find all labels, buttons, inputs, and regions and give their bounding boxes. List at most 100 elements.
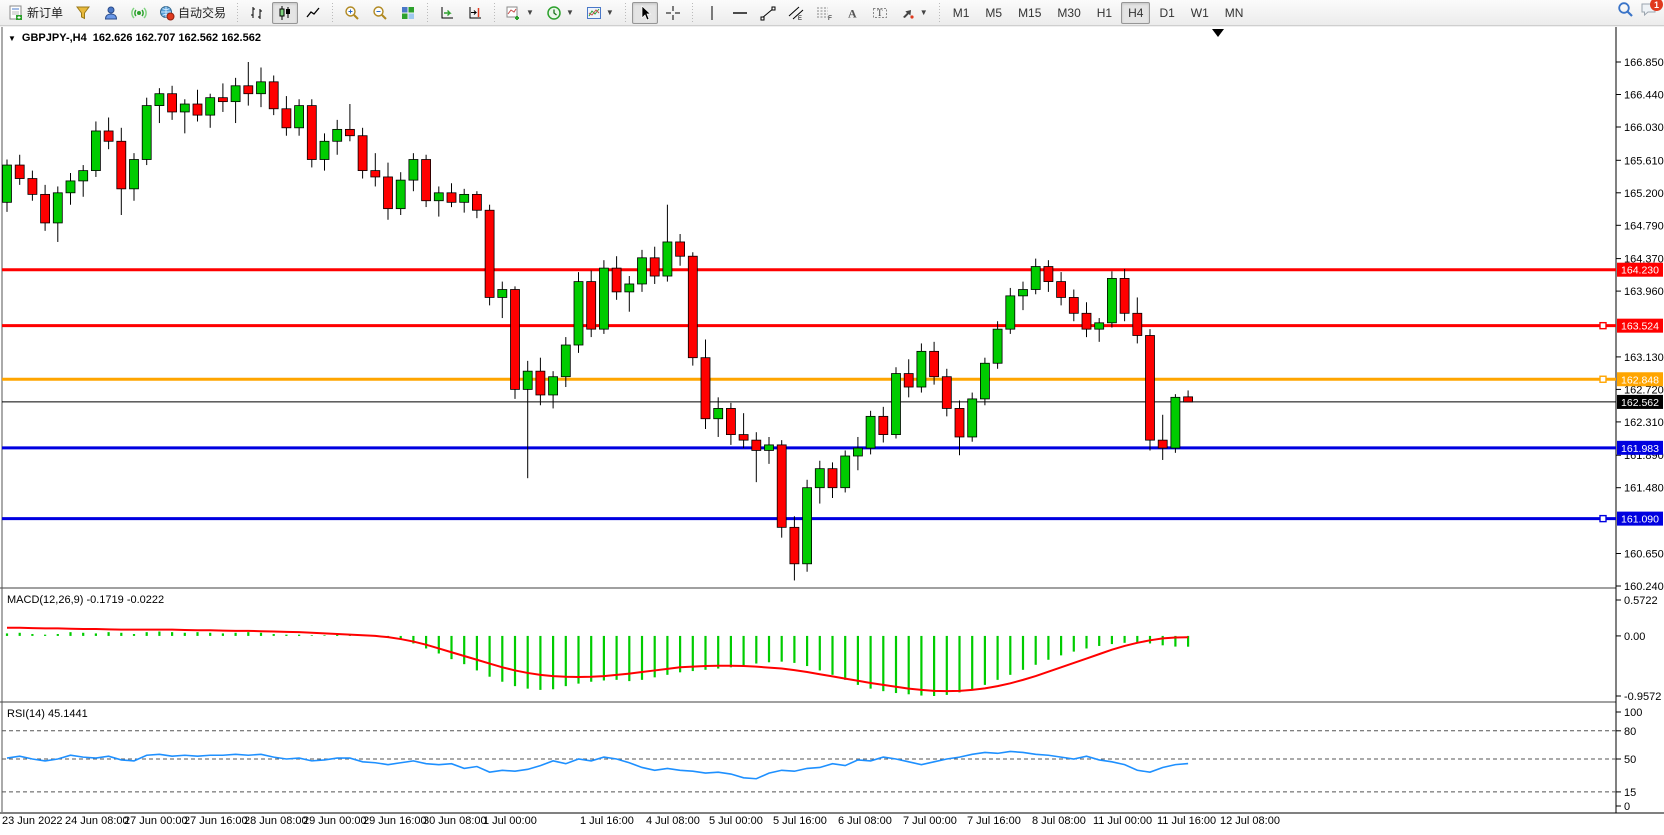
candle-body[interactable]: [422, 160, 431, 201]
chart-shift-button[interactable]: [462, 2, 488, 24]
candle-body[interactable]: [1031, 267, 1040, 290]
chevron-down-icon[interactable]: ▼: [526, 8, 534, 17]
candle-body[interactable]: [1171, 397, 1180, 448]
line-chart-button[interactable]: [300, 2, 326, 24]
candle-body[interactable]: [968, 399, 977, 437]
candle-body[interactable]: [371, 171, 380, 177]
candle-body[interactable]: [1057, 282, 1066, 298]
channel-button[interactable]: E: [783, 2, 809, 24]
candle-body[interactable]: [739, 435, 748, 441]
candle-body[interactable]: [28, 179, 37, 195]
candle-body[interactable]: [866, 416, 875, 448]
level-line-handle[interactable]: [1600, 323, 1606, 329]
candle-body[interactable]: [358, 136, 367, 171]
candle-body[interactable]: [66, 181, 75, 193]
timeframe-w1[interactable]: W1: [1184, 2, 1216, 24]
horizontal-line-button[interactable]: [727, 2, 753, 24]
candle-body[interactable]: [295, 106, 304, 128]
timeframe-d1[interactable]: D1: [1152, 2, 1181, 24]
candle-body[interactable]: [244, 86, 253, 94]
timeframe-mn[interactable]: MN: [1218, 2, 1251, 24]
candle-body[interactable]: [777, 445, 786, 527]
candle-body[interactable]: [130, 160, 139, 189]
candle-body[interactable]: [396, 180, 405, 209]
candle-body[interactable]: [790, 527, 799, 563]
candle-body[interactable]: [942, 377, 951, 409]
candle-body[interactable]: [638, 258, 647, 284]
candle-body[interactable]: [231, 86, 240, 102]
text-button[interactable]: A: [839, 2, 865, 24]
candle-body[interactable]: [714, 408, 723, 418]
candle-body[interactable]: [384, 177, 393, 209]
search-icon[interactable]: [1617, 1, 1634, 23]
templates-button[interactable]: ▼: [581, 2, 619, 24]
candle-body[interactable]: [841, 456, 850, 488]
candle-body[interactable]: [815, 469, 824, 488]
candle-body[interactable]: [828, 469, 837, 488]
bar-chart-button[interactable]: [244, 2, 270, 24]
timeframe-m5[interactable]: M5: [978, 2, 1009, 24]
candle-body[interactable]: [599, 268, 608, 329]
candle-body[interactable]: [726, 408, 735, 434]
candle-body[interactable]: [650, 258, 659, 276]
candle-body[interactable]: [1019, 290, 1028, 296]
candle-body[interactable]: [3, 165, 12, 202]
candle-body[interactable]: [409, 160, 418, 181]
candle-body[interactable]: [612, 268, 621, 292]
candle-body[interactable]: [676, 242, 685, 256]
timeframe-m30[interactable]: M30: [1050, 2, 1087, 24]
periods-button[interactable]: ▼: [541, 2, 579, 24]
candle-body[interactable]: [193, 104, 202, 115]
new-order-button[interactable]: 新订单: [3, 2, 68, 24]
candle-body[interactable]: [688, 256, 697, 357]
candle-body[interactable]: [892, 374, 901, 435]
candle-body[interactable]: [41, 194, 50, 223]
chart-area[interactable]: 166.850166.440166.030165.610165.200164.7…: [0, 27, 1664, 835]
candle-body[interactable]: [536, 371, 545, 395]
text-label-button[interactable]: T: [867, 2, 893, 24]
chart-canvas[interactable]: 166.850166.440166.030165.610165.200164.7…: [0, 27, 1664, 835]
cursor-button[interactable]: [632, 2, 658, 24]
candle-body[interactable]: [269, 82, 278, 109]
candle-body[interactable]: [917, 351, 926, 387]
candle-body[interactable]: [15, 165, 24, 178]
timeframe-h4[interactable]: H4: [1121, 2, 1150, 24]
candle-body[interactable]: [1120, 278, 1129, 313]
funnel-button[interactable]: [70, 2, 96, 24]
signals-button[interactable]: [126, 2, 152, 24]
candle-body[interactable]: [117, 141, 126, 189]
candle-body[interactable]: [930, 351, 939, 376]
candle-body[interactable]: [282, 109, 291, 128]
candle-body[interactable]: [980, 363, 989, 399]
tile-windows-button[interactable]: [395, 2, 421, 24]
candle-body[interactable]: [206, 98, 215, 115]
auto-scroll-button[interactable]: [434, 2, 460, 24]
candle-body[interactable]: [561, 345, 570, 377]
candle-body[interactable]: [701, 358, 710, 419]
candle-body[interactable]: [1082, 313, 1091, 329]
arrows-button[interactable]: ▼: [895, 2, 933, 24]
candle-body[interactable]: [333, 129, 342, 141]
candle-body[interactable]: [1184, 397, 1193, 402]
candle-body[interactable]: [104, 131, 113, 141]
fibonacci-button[interactable]: F: [811, 2, 837, 24]
vertical-line-button[interactable]: [699, 2, 725, 24]
candle-body[interactable]: [320, 141, 329, 159]
candle-body[interactable]: [993, 329, 1002, 363]
candle-body[interactable]: [180, 104, 189, 112]
candle-body[interactable]: [53, 193, 62, 223]
candle-body[interactable]: [142, 106, 151, 160]
candle-body[interactable]: [587, 282, 596, 330]
indicators-button[interactable]: ▼: [501, 2, 539, 24]
chat-button[interactable]: 1: [1640, 1, 1658, 23]
candle-body[interactable]: [460, 194, 469, 202]
chevron-down-icon[interactable]: ▼: [606, 8, 614, 17]
candle-body[interactable]: [498, 290, 507, 298]
candle-body[interactable]: [955, 408, 964, 437]
candle-body[interactable]: [523, 371, 532, 389]
candle-body[interactable]: [1133, 313, 1142, 335]
community-button[interactable]: [98, 2, 124, 24]
candle-body[interactable]: [765, 445, 774, 451]
candle-body[interactable]: [1095, 323, 1104, 329]
candle-body[interactable]: [345, 129, 354, 135]
